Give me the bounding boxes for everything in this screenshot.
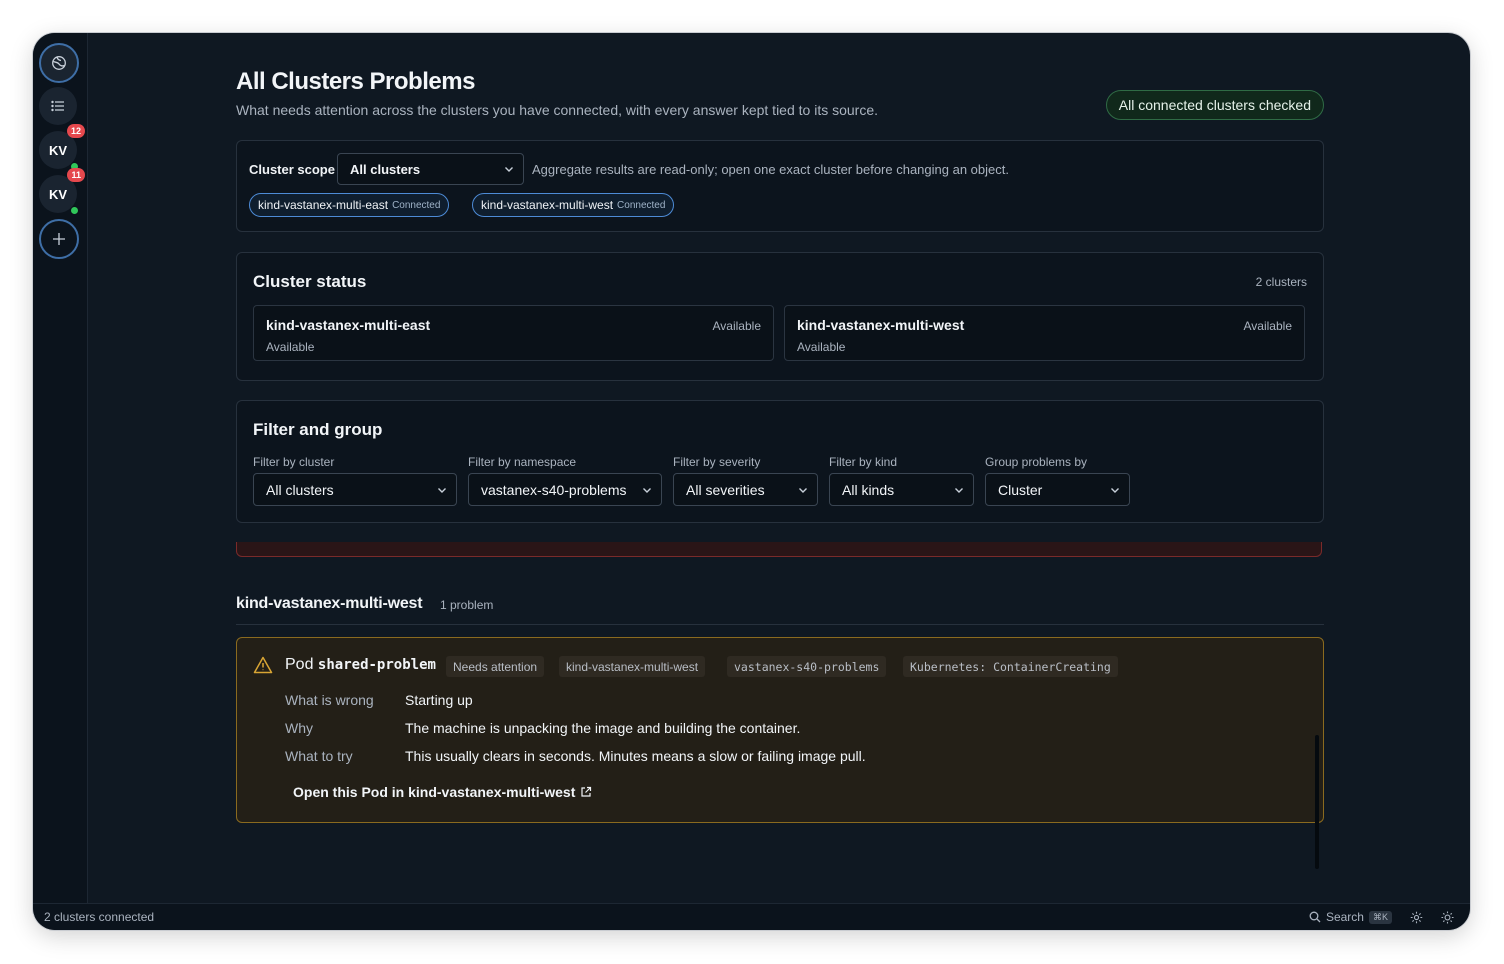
cluster-scope-value: All clusters [350,161,421,177]
connected-clusters-status: 2 clusters connected [44,910,155,924]
filter-group-card: Filter and group Filter by cluster All c… [236,400,1324,523]
filter-namespace-select[interactable]: vastanex-s40-problems [468,473,662,506]
group-by-value: Cluster [998,481,1043,498]
cluster-scope-label: Cluster scope [249,162,335,177]
why-label: Why [285,720,313,736]
connected-dot [70,206,79,215]
filter-severity-value: All severities [686,481,765,498]
scrollbar-thumb[interactable] [1315,735,1319,869]
cluster-switch-west[interactable]: KV 11 [39,168,85,215]
filter-severity-label: Filter by severity [673,455,761,469]
external-link-icon [581,786,592,797]
error-banner-edge [236,542,1322,557]
chevron-down-icon [955,487,963,493]
filter-cluster-label: Filter by cluster [253,455,335,469]
cluster-scope-card: Cluster scope All clusters Aggregate res… [236,140,1324,232]
add-cluster-button[interactable] [39,219,79,259]
cluster-scope-select[interactable]: All clusters [337,153,524,185]
chevron-down-icon [1111,487,1119,493]
page-subtitle: What needs attention across the clusters… [236,102,879,118]
globe-icon [52,56,66,70]
sidebar-rail: KV 12 KV 11 [33,33,88,904]
problem-kind: Pod [285,656,314,673]
group-by-select[interactable]: Cluster [985,473,1130,506]
list-icon [51,100,64,112]
filter-severity-select[interactable]: All severities [673,473,818,506]
search-shortcut: ⌘K [1368,910,1392,924]
open-pod-link-label: Open this Pod in kind-vastanex-multi-wes… [293,784,576,800]
search-button[interactable]: Search ⌘K [1309,910,1392,924]
filter-group-title: Filter and group [253,420,383,439]
filter-kind-label: Filter by kind [829,455,898,469]
search-label: Search [1325,910,1364,924]
cluster-detail: Available [266,340,315,354]
cluster-status-title: Cluster status [253,272,367,291]
cluster-chip-east[interactable]: kind-vastanex-multi-east Connected [249,193,450,217]
chip-status: Connected [617,199,666,211]
chevron-down-icon [438,487,446,493]
chip-cluster-name: kind-vastanex-multi-west [481,198,614,212]
cluster-chip-west[interactable]: kind-vastanex-multi-west Connected [472,193,675,217]
filter-cluster-value: All clusters [266,481,334,498]
problem-count-badge: 11 [67,168,85,182]
cluster-count: 2 clusters [1255,275,1307,289]
group-by-label: Group problems by [985,455,1088,469]
namespace-tag: vastanex-s40-problems [727,656,887,677]
cluster-availability: Available [712,319,761,333]
home-globe-button[interactable] [39,43,79,83]
chevron-down-icon [505,167,513,172]
group-title: kind-vastanex-multi-west [236,595,423,612]
reason-tag: Kubernetes: ContainerCreating [903,656,1118,677]
warning-icon [253,656,273,674]
filter-cluster-select[interactable]: All clusters [253,473,457,506]
statusbar-actions: Search ⌘K [1309,910,1454,924]
why-value: The machine is unpacking the image and b… [405,720,801,736]
list-button[interactable] [39,87,77,125]
what-to-try-label: What to try [285,748,353,764]
chevron-down-icon [799,487,807,493]
cluster-name: kind-vastanex-multi-west [797,317,965,333]
checked-status-pill: All connected clusters checked [1105,90,1324,120]
what-wrong-value: Starting up [405,692,473,708]
cluster-initials: KV [48,142,68,158]
plus-icon [53,233,65,245]
problem-name: shared-problem [317,657,436,673]
gear-icon[interactable] [1410,911,1423,924]
what-to-try-value: This usually clears in seconds. Minutes … [405,748,866,764]
group-problem-count: 1 problem [440,598,494,612]
filter-kind-value: All kinds [842,481,895,498]
app-window: KV 12 KV 11 All Clusters Problems What n… [33,33,1470,930]
page-title: All Clusters Problems [236,68,475,95]
cluster-initials: KV [48,186,68,202]
cluster-status-item: kind-vastanex-multi-east Available Avail… [253,305,774,361]
cluster-detail: Available [797,340,846,354]
filter-namespace-value: vastanex-s40-problems [481,481,627,498]
severity-tag: Needs attention [446,656,545,677]
filter-namespace-label: Filter by namespace [468,455,577,469]
chip-status: Connected [392,199,441,211]
sun-icon[interactable] [1441,910,1454,924]
problem-title: Pod shared-problem [285,656,436,674]
chevron-down-icon [643,487,651,493]
search-icon [1309,911,1321,923]
cluster-name: kind-vastanex-multi-east [266,317,431,333]
chip-cluster-name: kind-vastanex-multi-east [258,198,389,212]
open-pod-link[interactable]: Open this Pod in kind-vastanex-multi-wes… [293,784,592,800]
cluster-switch-east[interactable]: KV 12 [39,124,85,171]
divider [236,624,1324,625]
problem-card: Pod shared-problem Needs attention kind-… [236,637,1324,823]
cluster-availability: Available [1243,319,1292,333]
cluster-status-item: kind-vastanex-multi-west Available Avail… [784,305,1305,361]
cluster-status-card: Cluster status 2 clusters kind-vastanex-… [236,252,1324,381]
filter-kind-select[interactable]: All kinds [829,473,974,506]
problem-count-badge: 12 [66,124,85,138]
what-wrong-label: What is wrong [285,692,374,708]
status-bar: 2 clusters connected Search ⌘K [33,903,1470,930]
read-only-note: Aggregate results are read-only; open on… [532,162,1009,177]
cluster-tag: kind-vastanex-multi-west [559,656,706,677]
